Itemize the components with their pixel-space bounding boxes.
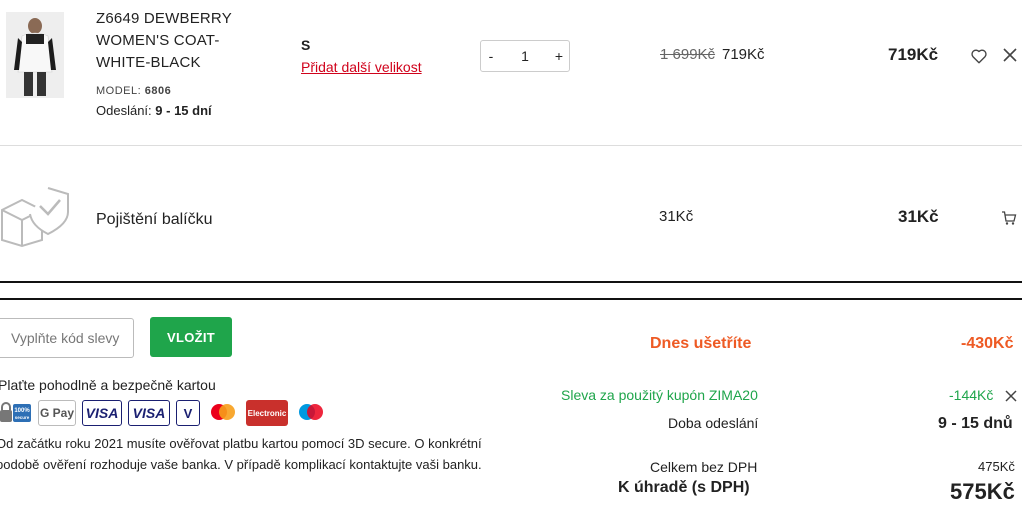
insurance-price: 31Kč	[659, 208, 694, 225]
svg-text:100%: 100%	[14, 408, 30, 414]
net-total-label: Celkem bez DPH	[650, 459, 758, 475]
grand-total-label: K úhradě (s DPH)	[618, 479, 750, 496]
old-price: 1 699Kč	[660, 46, 716, 63]
qty-minus-button[interactable]: -	[481, 48, 501, 64]
net-total-value: 475Kč	[978, 459, 1015, 474]
remove-item-icon[interactable]	[1002, 47, 1018, 63]
savings-label: Dnes ušetříte	[650, 335, 752, 352]
heart-icon[interactable]	[970, 47, 988, 65]
secure-badge-icon: 100% secure	[0, 400, 32, 426]
cart-icon[interactable]	[1001, 210, 1017, 226]
insurance-label: Pojištění balíčku	[96, 211, 213, 228]
product-image[interactable]	[6, 12, 64, 98]
qty-plus-button[interactable]: +	[549, 48, 569, 64]
payment-notice: Od začátku roku 2021 musíte ověřovat pla…	[0, 436, 482, 472]
gpay-icon: G Pay	[38, 400, 76, 426]
model-label: MODEL:	[96, 85, 142, 97]
product-size: S	[301, 37, 311, 53]
shipping-label: Odeslání:	[96, 103, 152, 118]
coupon-discount-label: Sleva za použitý kupón ZIMA20	[561, 387, 758, 403]
grand-total-value: 575Kč	[950, 479, 1015, 504]
add-size-link[interactable]: Přidat další velikost	[301, 59, 422, 75]
coupon-discount-value: -144Kč	[949, 387, 994, 403]
savings-value: -430Kč	[961, 335, 1014, 352]
section-divider-top	[0, 281, 1022, 283]
shipping-time-value: 9 - 15 dnů	[938, 415, 1013, 432]
maestro-electronic-icon: Electronic	[246, 400, 288, 426]
payment-cards: 100% secure G Pay VISA VISA V Electronic	[0, 399, 328, 427]
product-model: MODEL: 6806	[96, 85, 171, 97]
insurance-total: 31Kč	[898, 207, 939, 226]
visa-electron-icon: VISA	[128, 400, 170, 426]
svg-text:secure: secure	[15, 415, 30, 420]
maestro-icon	[294, 400, 328, 426]
model-value: 6806	[144, 85, 172, 97]
coupon-input[interactable]	[0, 318, 134, 358]
line-total: 719Kč	[888, 45, 939, 64]
apply-coupon-button[interactable]: VLOŽIT	[150, 317, 232, 357]
package-shield-icon	[0, 184, 72, 248]
qty-value[interactable]: 1	[521, 48, 529, 64]
product-name[interactable]: Z6649 DEWBERRY WOMEN'S COAT-WHITE-BLACK	[96, 8, 266, 74]
shipping-value: 9 - 15 dní	[155, 103, 212, 118]
vpay-icon: V	[176, 400, 200, 426]
row-divider	[0, 145, 1022, 146]
visa-icon: VISA	[82, 400, 122, 426]
mastercard-icon	[206, 400, 240, 426]
product-shipping: Odeslání: 9 - 15 dní	[96, 103, 212, 118]
shipping-time-label: Doba odeslání	[668, 415, 759, 431]
section-divider-bottom	[0, 298, 1022, 300]
payment-title: Plaťte pohodlně a bezpečně kartou	[0, 377, 216, 393]
remove-coupon-icon[interactable]	[1004, 389, 1018, 403]
unit-price: 719Kč	[722, 46, 765, 63]
quantity-stepper[interactable]: - 1 +	[480, 40, 570, 72]
